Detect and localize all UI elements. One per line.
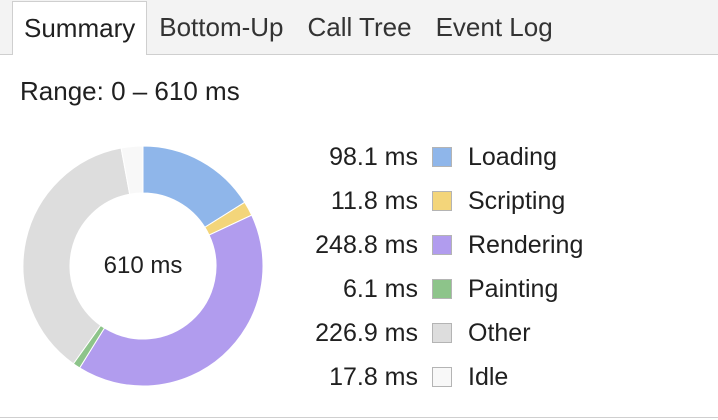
legend-swatch-loading xyxy=(432,147,452,167)
legend-swatch-scripting xyxy=(432,191,452,211)
legend-label-painting: Painting xyxy=(468,274,559,303)
legend-row-painting: 6.1 ms Painting xyxy=(290,267,690,311)
legend-label-loading: Loading xyxy=(468,142,557,171)
legend-row-loading: 98.1 ms Loading xyxy=(290,135,690,179)
summary-panel: Summary Bottom-Up Call Tree Event Log Ra… xyxy=(0,0,718,420)
legend-row-other: 226.9 ms Other xyxy=(290,311,690,355)
time-breakdown-donut-chart xyxy=(22,145,264,387)
legend-label-other: Other xyxy=(468,318,531,347)
tab-summary[interactable]: Summary xyxy=(12,1,148,55)
legend-row-scripting: 11.8 ms Scripting xyxy=(290,179,690,223)
range-label: Range: 0 – 610 ms xyxy=(20,76,240,106)
legend-value-other: 226.9 ms xyxy=(315,318,418,347)
bottom-divider xyxy=(0,417,718,418)
legend-row-idle: 17.8 ms Idle xyxy=(290,355,690,399)
legend-swatch-rendering xyxy=(432,235,452,255)
donut-slice-other xyxy=(22,147,131,365)
legend-value-scripting: 11.8 ms xyxy=(330,186,418,215)
legend-label-idle: Idle xyxy=(468,362,509,391)
tab-call-tree[interactable]: Call Tree xyxy=(296,1,424,54)
chart-legend: 98.1 ms Loading 11.8 ms Scripting 248.8 ms Re… xyxy=(290,135,690,399)
legend-row-rendering: 248.8 ms Rendering xyxy=(290,223,690,267)
legend-swatch-painting xyxy=(432,279,452,299)
legend-value-painting: 6.1 ms xyxy=(342,274,418,303)
tab-bottom-up[interactable]: Bottom-Up xyxy=(147,1,295,54)
legend-swatch-other xyxy=(432,323,452,343)
tab-event-log[interactable]: Event Log xyxy=(424,1,565,54)
tab-bar: Summary Bottom-Up Call Tree Event Log xyxy=(0,0,718,55)
legend-value-idle: 17.8 ms xyxy=(329,362,418,391)
legend-value-loading: 98.1 ms xyxy=(329,142,418,171)
donut-slice-rendering xyxy=(78,214,264,387)
legend-label-rendering: Rendering xyxy=(468,230,584,259)
legend-value-rendering: 248.8 ms xyxy=(315,230,418,259)
legend-swatch-idle xyxy=(432,367,452,387)
legend-label-scripting: Scripting xyxy=(468,186,566,215)
